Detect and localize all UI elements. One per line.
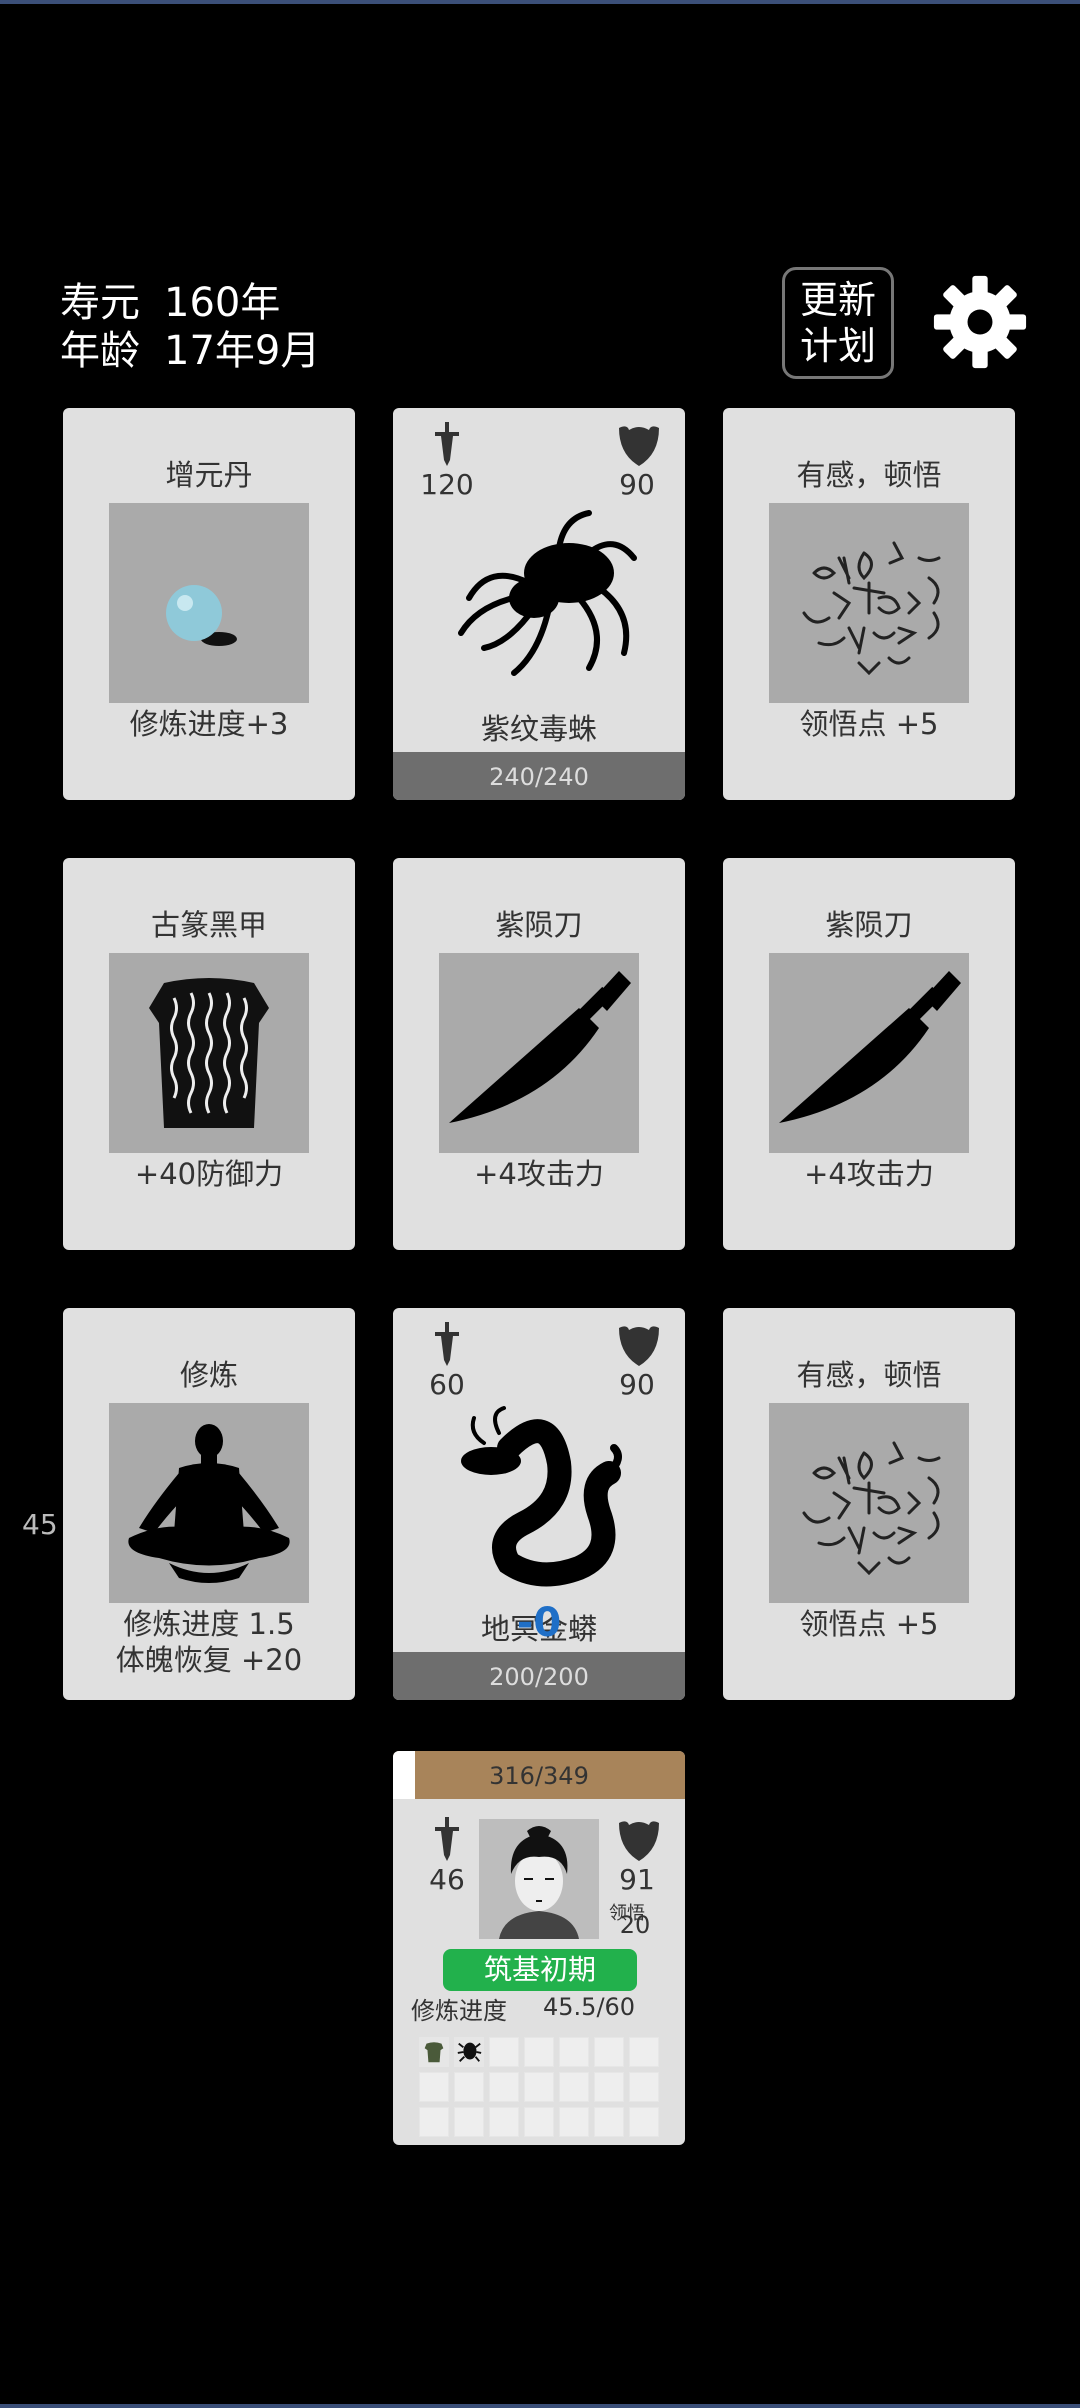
inventory-slot[interactable]: [524, 2072, 554, 2102]
card-effect: 修炼进度+3: [129, 707, 289, 741]
sword-icon: [435, 1817, 459, 1861]
card-insight-2[interactable]: 有感，顿悟 领悟点 +5: [723, 1308, 1015, 1700]
player-hp-missing: [393, 1751, 415, 1799]
enemy-defense-value: 90: [619, 468, 655, 501]
card-purple-blade-1[interactable]: 紫陨刀 +4攻击力: [393, 858, 685, 1250]
player-attack-value: 46: [429, 1863, 465, 1896]
inventory-slot[interactable]: [489, 2037, 519, 2067]
cultivation-progress-value: 45.5/60: [543, 1993, 636, 2021]
enemy-hp-bar: 200/200: [393, 1652, 685, 1700]
serpent-icon: [461, 1406, 622, 1587]
blade-icon: [769, 953, 969, 1153]
enemy-hp-bar: 240/240: [393, 752, 685, 800]
card-effect: +40防御力: [134, 1157, 284, 1191]
card-insight[interactable]: 有感，顿悟 领悟点 +5: [723, 408, 1015, 800]
inventory-slot[interactable]: [559, 2037, 589, 2067]
inventory-slot[interactable]: [454, 2072, 484, 2102]
card-purple-blade-2[interactable]: 紫陨刀 +4攻击力: [723, 858, 1015, 1250]
shield-icon: [619, 1821, 659, 1861]
card-effect: +4攻击力: [474, 1157, 604, 1191]
side-counter: 45: [22, 1508, 58, 1541]
card-title: 紫陨刀: [825, 908, 913, 942]
gear-icon[interactable]: [932, 274, 1028, 370]
damage-popup: -0: [516, 1600, 562, 1646]
card-effect-line1: 修炼进度 1.5: [123, 1607, 295, 1641]
spider-icon: [457, 2042, 482, 2062]
update-plan-line1: 更新: [799, 278, 876, 322]
card-effect-line2: 体魄恢复 +20: [115, 1643, 303, 1677]
card-title: 紫陨刀: [495, 908, 583, 942]
card-effect: 领悟点 +5: [799, 707, 939, 741]
enemy-card-serpent[interactable]: 60 90 地冥金蟒 -0 200/200: [393, 1308, 685, 1700]
inventory-grid: [419, 2037, 663, 2137]
inventory-slot[interactable]: [559, 2072, 589, 2102]
inventory-slot[interactable]: [489, 2107, 519, 2137]
armor-icon: [424, 2042, 444, 2063]
card-title: 修炼: [179, 1358, 238, 1392]
card-effect: 修炼进度 1.5 体魄恢复 +20: [63, 1606, 355, 1678]
player-hp-bar: 316/349: [393, 1751, 685, 1799]
realm-badge: 筑基初期: [443, 1949, 637, 1991]
card-effect: 领悟点 +5: [799, 1607, 939, 1641]
age-value: 17年9月: [164, 328, 321, 374]
inventory-slot[interactable]: [524, 2037, 554, 2067]
card-cultivate[interactable]: 修炼 修炼进度 1.5 体魄恢复 +20: [63, 1308, 355, 1700]
shield-icon: [619, 1326, 659, 1366]
player-card[interactable]: 316/349 46 91 领悟 20 筑基初期 修炼进度 45.5/60: [393, 1751, 685, 2145]
card-title: 有感，顿悟: [796, 1358, 942, 1392]
inventory-slot[interactable]: [629, 2107, 659, 2137]
blade-icon: [439, 953, 639, 1153]
enemy-defense-value: 90: [619, 1368, 655, 1401]
top-edge: [0, 0, 1080, 4]
card-zengyuan-pill[interactable]: 增元丹 修炼进度+3: [63, 408, 355, 800]
inventory-slot[interactable]: [454, 2107, 484, 2137]
inventory-slot[interactable]: [559, 2107, 589, 2137]
card-black-armor[interactable]: 古篆黑甲 +40防御力: [63, 858, 355, 1250]
inventory-slot[interactable]: [629, 2072, 659, 2102]
enemy-card-spider[interactable]: 120 90 紫纹毒蛛 240/240: [393, 408, 685, 800]
inventory-slot[interactable]: [594, 2107, 624, 2137]
player-insight-value: 20: [619, 1911, 651, 1939]
inventory-slot[interactable]: [524, 2107, 554, 2137]
enemy-name: 紫纹毒蛛: [480, 712, 597, 746]
age-stat: 年龄 17年9月: [60, 318, 320, 376]
armor-icon: [109, 953, 309, 1153]
inventory-slot[interactable]: [629, 2037, 659, 2067]
enemy-attack-value: 60: [429, 1368, 465, 1401]
meditation-icon: [109, 1403, 309, 1603]
update-plan-button[interactable]: 更新 计划: [782, 267, 894, 379]
calligraphy-icon: [769, 1403, 969, 1603]
pill-icon: [109, 503, 309, 703]
calligraphy-icon: [769, 503, 969, 703]
enemy-attack-value: 120: [420, 468, 474, 501]
card-title: 古篆黑甲: [150, 908, 267, 942]
inventory-slot[interactable]: [419, 2072, 449, 2102]
player-defense-value: 91: [619, 1863, 655, 1896]
card-title: 增元丹: [165, 458, 253, 492]
update-plan-line2: 计划: [799, 324, 876, 368]
sword-icon: [435, 1322, 459, 1366]
age-label: 年龄: [60, 328, 140, 374]
inventory-slot[interactable]: [419, 2107, 449, 2137]
spider-icon: [458, 510, 637, 676]
bottom-edge: [0, 2404, 1080, 2408]
cultivation-progress-label: 修炼进度: [411, 1997, 507, 2025]
shield-icon: [619, 426, 659, 466]
inventory-slot[interactable]: [454, 2037, 484, 2067]
inventory-slot[interactable]: [489, 2072, 519, 2102]
inventory-slot[interactable]: [419, 2037, 449, 2067]
card-effect: +4攻击力: [804, 1157, 934, 1191]
inventory-slot[interactable]: [594, 2037, 624, 2067]
card-title: 有感，顿悟: [796, 458, 942, 492]
inventory-slot[interactable]: [594, 2072, 624, 2102]
player-portrait: [479, 1819, 599, 1939]
sword-icon: [435, 422, 459, 466]
